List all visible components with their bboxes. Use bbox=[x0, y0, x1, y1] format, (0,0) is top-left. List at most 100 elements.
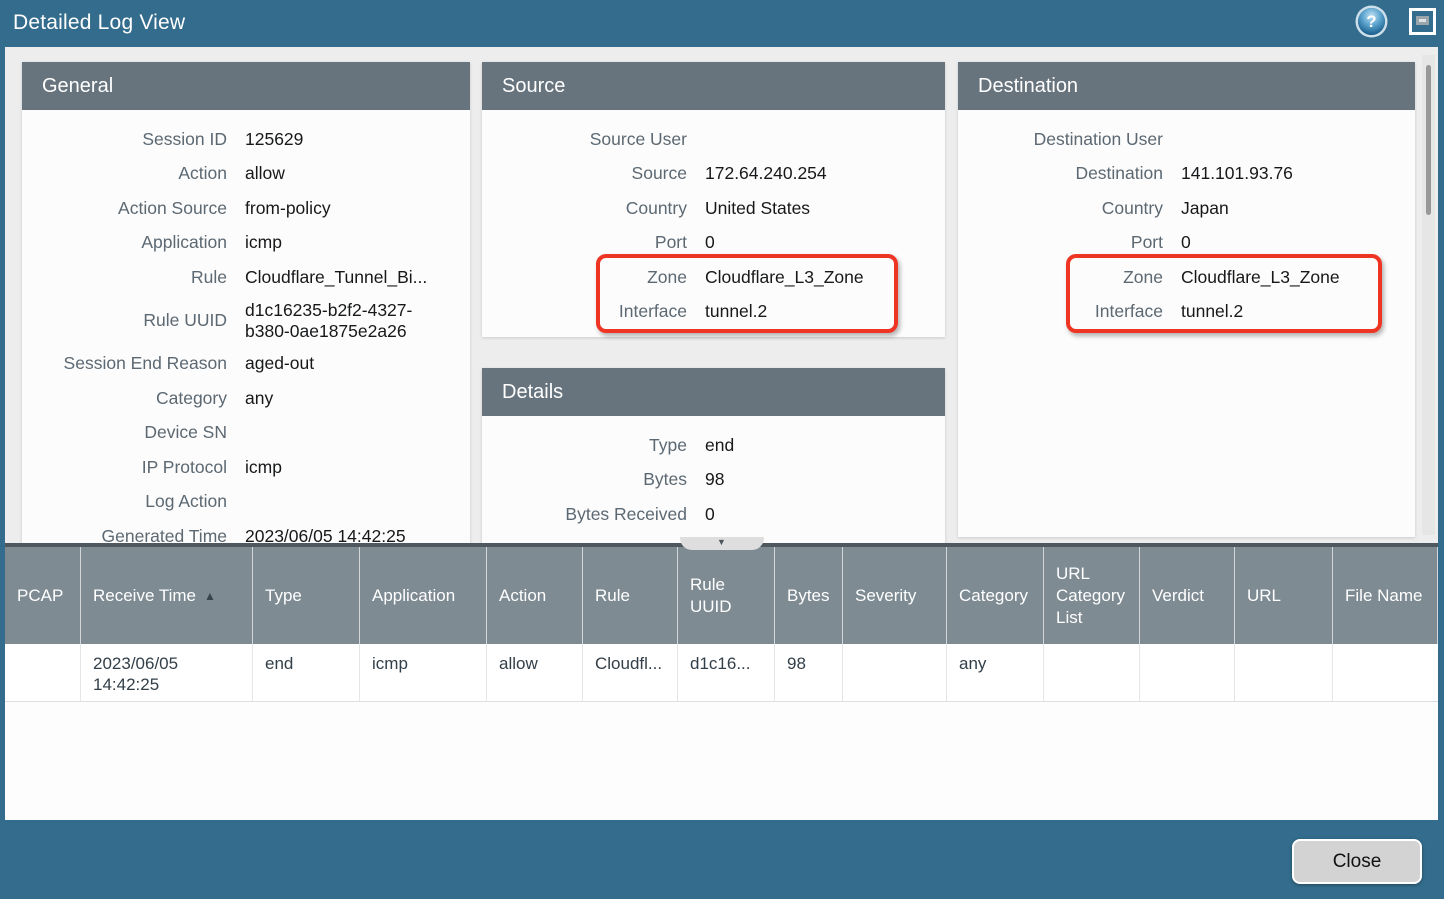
column-header-action[interactable]: Action bbox=[487, 547, 583, 644]
log-table-section: ▼ PCAP Receive Time▲ Type Application Ac… bbox=[5, 543, 1438, 820]
field-row: Rule Cloudflare_Tunnel_Bi... bbox=[22, 260, 470, 295]
field-label: IP Protocol bbox=[22, 457, 227, 478]
field-row: Bytes Received0 bbox=[482, 497, 945, 532]
field-label: Device SN bbox=[22, 422, 227, 443]
field-row: Actionallow bbox=[22, 157, 470, 192]
source-panel: Source Source User Source 172.64.240.254 … bbox=[482, 62, 945, 337]
field-label: Session ID bbox=[22, 129, 227, 150]
field-value: tunnel.2 bbox=[1181, 301, 1243, 322]
column-header-severity[interactable]: Severity bbox=[843, 547, 947, 644]
source-panel-header: Source bbox=[482, 62, 945, 110]
field-row: Device SN bbox=[22, 416, 470, 451]
log-table: PCAP Receive Time▲ Type Application Acti… bbox=[5, 547, 1438, 702]
cell-receive-time: 2023/06/05 14:42:25 bbox=[81, 644, 253, 702]
cell-severity bbox=[843, 644, 947, 702]
field-value: end bbox=[705, 435, 734, 456]
column-header-url[interactable]: URL bbox=[1235, 547, 1333, 644]
field-label: Type bbox=[482, 435, 687, 456]
chevron-down-icon: ▼ bbox=[680, 537, 764, 548]
field-label: Session End Reason bbox=[22, 353, 227, 374]
field-row: ZoneCloudflare_L3_Zone bbox=[958, 260, 1415, 295]
field-row: CountryUnited States bbox=[482, 191, 945, 226]
page-title: Detailed Log View bbox=[13, 11, 185, 35]
column-header-rule-uuid[interactable]: Rule UUID bbox=[678, 547, 775, 644]
field-label: Zone bbox=[958, 267, 1163, 288]
popout-window-icon[interactable] bbox=[1409, 8, 1436, 35]
field-row: Action Source from-policy bbox=[22, 191, 470, 226]
field-value: 141.101.93.76 bbox=[1181, 163, 1293, 184]
field-label: Log Action bbox=[22, 491, 227, 512]
column-header-verdict[interactable]: Verdict bbox=[1140, 547, 1235, 644]
general-panel: General Session ID 125629 Actionallow Act… bbox=[22, 62, 470, 543]
field-label: Destination bbox=[958, 163, 1163, 184]
field-value: 172.64.240.254 bbox=[705, 163, 827, 184]
log-detail-content: General Session ID 125629 Actionallow Act… bbox=[5, 47, 1438, 543]
destination-panel: Destination Destination User Destination… bbox=[958, 62, 1415, 537]
column-header-receive-time[interactable]: Receive Time▲ bbox=[81, 547, 253, 644]
field-row: Categoryany bbox=[22, 381, 470, 416]
column-header-category[interactable]: Category bbox=[947, 547, 1044, 644]
source-panel-body: Source User Source 172.64.240.254 Country… bbox=[482, 110, 945, 337]
field-value: from-policy bbox=[245, 198, 331, 219]
field-row: Source User bbox=[482, 122, 945, 157]
field-row: Bytes98 bbox=[482, 463, 945, 498]
field-value: 0 bbox=[705, 232, 715, 253]
field-row: Interfacetunnel.2 bbox=[482, 295, 945, 330]
field-row: Source 172.64.240.254 bbox=[482, 157, 945, 192]
field-value: 0 bbox=[1181, 232, 1191, 253]
column-header-url-category-list[interactable]: URL Category List bbox=[1044, 547, 1140, 644]
column-header-application[interactable]: Application bbox=[360, 547, 487, 644]
field-label: Interface bbox=[958, 301, 1163, 322]
sort-ascending-icon: ▲ bbox=[204, 585, 216, 607]
cell-bytes: 98 bbox=[775, 644, 843, 702]
help-icon[interactable]: ? bbox=[1358, 8, 1385, 35]
field-label: Country bbox=[958, 198, 1163, 219]
field-value: Cloudflare_L3_Zone bbox=[705, 267, 864, 288]
field-row: Applicationicmp bbox=[22, 226, 470, 261]
cell-rule: Cloudfl... bbox=[583, 644, 678, 702]
column-header-bytes[interactable]: Bytes bbox=[775, 547, 843, 644]
field-label: Country bbox=[482, 198, 687, 219]
field-value: d1c16235-b2f2-4327-b380-0ae1875e2a26 bbox=[245, 300, 440, 342]
column-header-file-name[interactable]: File Name bbox=[1333, 547, 1438, 644]
scrollbar-thumb[interactable] bbox=[1426, 65, 1431, 215]
cell-application: icmp bbox=[360, 644, 487, 702]
details-panel-header: Details bbox=[482, 368, 945, 416]
destination-panel-header: Destination bbox=[958, 62, 1415, 110]
field-row: Session End Reason aged-out bbox=[22, 347, 470, 382]
splitter-collapse-handle[interactable]: ▼ bbox=[680, 537, 764, 550]
field-row: Typeend bbox=[482, 428, 945, 463]
close-button[interactable]: Close bbox=[1292, 839, 1422, 884]
field-value: 0 bbox=[705, 504, 715, 525]
field-label: Action Source bbox=[22, 198, 227, 219]
details-panel-body: Typeend Bytes98 Bytes Received0 bbox=[482, 416, 945, 543]
details-panel: Details Typeend Bytes98 Bytes Received0 bbox=[482, 368, 945, 543]
field-value: tunnel.2 bbox=[705, 301, 767, 322]
field-row: Interface tunnel.2 bbox=[958, 295, 1415, 330]
column-header-type[interactable]: Type bbox=[253, 547, 360, 644]
general-panel-header: General bbox=[22, 62, 470, 110]
field-row: Destination 141.101.93.76 bbox=[958, 157, 1415, 192]
field-label: Action bbox=[22, 163, 227, 184]
field-label: Generated Time bbox=[22, 526, 227, 543]
field-value: any bbox=[245, 388, 273, 409]
field-row: Log Action bbox=[22, 485, 470, 520]
field-label: Source bbox=[482, 163, 687, 184]
field-label: Rule bbox=[22, 267, 227, 288]
field-value: 125629 bbox=[245, 129, 303, 150]
dialog-footer: Close bbox=[0, 820, 1444, 899]
field-label: Bytes bbox=[482, 469, 687, 490]
column-header-rule[interactable]: Rule bbox=[583, 547, 678, 644]
vertical-scrollbar[interactable] bbox=[1422, 55, 1435, 535]
field-value: aged-out bbox=[245, 353, 314, 374]
field-label: Source User bbox=[482, 129, 687, 150]
cell-url-category-list bbox=[1044, 644, 1140, 702]
field-row: Country Japan bbox=[958, 191, 1415, 226]
column-header-pcap[interactable]: PCAP bbox=[5, 547, 81, 644]
field-value: 2023/06/05 14:42:25 bbox=[245, 526, 406, 543]
field-value: Cloudflare_Tunnel_Bi... bbox=[245, 267, 427, 288]
field-label: Application bbox=[22, 232, 227, 253]
popout-window-icon-glyph bbox=[1416, 16, 1429, 25]
general-panel-body: Session ID 125629 Actionallow Action Sour… bbox=[22, 110, 470, 543]
field-value: Japan bbox=[1181, 198, 1229, 219]
